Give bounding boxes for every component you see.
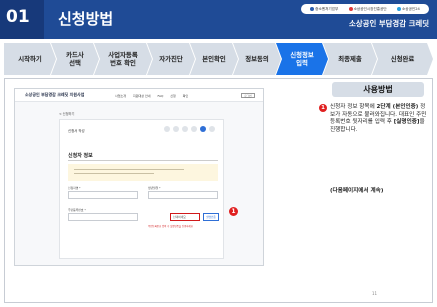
name-field[interactable] <box>68 191 138 199</box>
desc-bold: 2단계 (본인인증) <box>376 104 419 110</box>
desc-text: 신청자 정보 항목에 <box>330 104 377 110</box>
step-final-submit: 최종제출 <box>323 43 377 75</box>
form-step-dots <box>164 126 215 132</box>
description-heading: 사용방법 <box>332 82 424 97</box>
step-complete: 신청완료 <box>372 43 433 75</box>
continued-note: (다음페이지에서 계속) <box>330 188 384 194</box>
name-label: 신청자명 * <box>68 186 81 190</box>
site-topbar: 소상공인 부담경감 크레딧 지원사업 사업소개 지원대상 안내 FAQ 신청 확… <box>15 89 263 102</box>
description-text: 1 신청자 정보 항목에 2단계 (본인인증) 정보가 자동으로 불러와집니다.… <box>319 104 429 134</box>
divider <box>68 160 218 161</box>
rrn-back-select[interactable]: 선택하세요 <box>170 213 200 221</box>
warning-text: 주민등록번호 입력 후 실명인증을 진행하세요 <box>148 225 193 228</box>
step-application-input: 신청정보 입력 <box>276 43 328 75</box>
brand-title: 소상공인 부담경감 크레딧 <box>349 19 429 28</box>
rrn-label: 주민등록번호 * <box>68 208 86 212</box>
site-title: 소상공인 부담경감 크레딧 지원사업 <box>25 92 85 97</box>
nav-item[interactable]: 신청 <box>170 94 176 98</box>
page-number: 11 <box>372 291 378 296</box>
step-dot <box>209 126 215 132</box>
callout-badge: 1 <box>229 207 238 216</box>
description-paragraph: 1 신청자 정보 항목에 2단계 (본인인증) 정보가 자동으로 불러와집니다.… <box>319 104 429 134</box>
logo-sbiz24: 소상공인24 <box>397 6 420 12</box>
form-title: 신청서 작성 <box>68 129 85 133</box>
form-card: 신청서 작성 신청자 정보 신청자명 * 생년월일 * 주민등록번호 * 선택하… <box>59 119 224 259</box>
nav-item[interactable]: 지원대상 안내 <box>133 94 151 98</box>
login-button[interactable]: 로그인 <box>241 93 255 98</box>
site-nav: 사업소개 지원대상 안내 FAQ 신청 확인 <box>115 94 194 98</box>
step-dot-active <box>200 126 206 132</box>
section-number: 01 <box>6 7 30 27</box>
logo-semas: 소상공인시장진흥공단 <box>348 6 387 12</box>
step-dot <box>164 126 170 132</box>
step-self-diagnosis: 자가진단 <box>147 43 195 75</box>
callout-badge: 1 <box>319 104 327 112</box>
notice-box <box>68 164 218 181</box>
screenshot-panel: 소상공인 부담경감 크레딧 지원사업 사업소개 지원대상 안내 FAQ 신청 확… <box>14 88 264 266</box>
notice-line <box>74 173 154 175</box>
birth-field[interactable] <box>148 191 218 199</box>
notice-line <box>74 169 184 171</box>
step-progress-bar: 시작하기 카드사 선택 사업자등록 번호 확인 자가진단 본인확인 정보동의 신… <box>4 43 433 75</box>
step-dot <box>173 126 179 132</box>
rrn-front-field[interactable] <box>68 213 138 221</box>
nav-item[interactable]: FAQ <box>158 94 164 98</box>
desc-bold: [실명인증] <box>393 119 420 126</box>
birth-label: 생년월일 * <box>148 186 161 190</box>
step-consent: 정보동의 <box>233 43 281 75</box>
breadcrumb[interactable]: < 신청하기 <box>59 111 74 116</box>
step-dot <box>191 126 197 132</box>
verify-button[interactable]: 실명인증 <box>203 213 219 221</box>
step-identity-check: 본인확인 <box>190 43 238 75</box>
partner-logos: 중소벤처기업부 소상공인시장진흥공단 소상공인24 <box>301 4 429 14</box>
nav-item[interactable]: 사업소개 <box>115 94 126 98</box>
step-business-number: 사업자등록 번호 확인 <box>94 43 152 75</box>
step-dot <box>182 126 188 132</box>
header-bar: 01 신청방법 중소벤처기업부 소상공인시장진흥공단 소상공인24 소상공인 부… <box>0 0 437 39</box>
logo-mss: 중소벤처기업부 <box>310 6 338 12</box>
page-title: 신청방법 <box>58 10 114 28</box>
section-title: 신청자 정보 <box>68 153 93 159</box>
nav-item[interactable]: 확인 <box>183 94 189 98</box>
step-start: 시작하기 <box>4 43 56 75</box>
step-card-company: 카드사 선택 <box>51 43 99 75</box>
